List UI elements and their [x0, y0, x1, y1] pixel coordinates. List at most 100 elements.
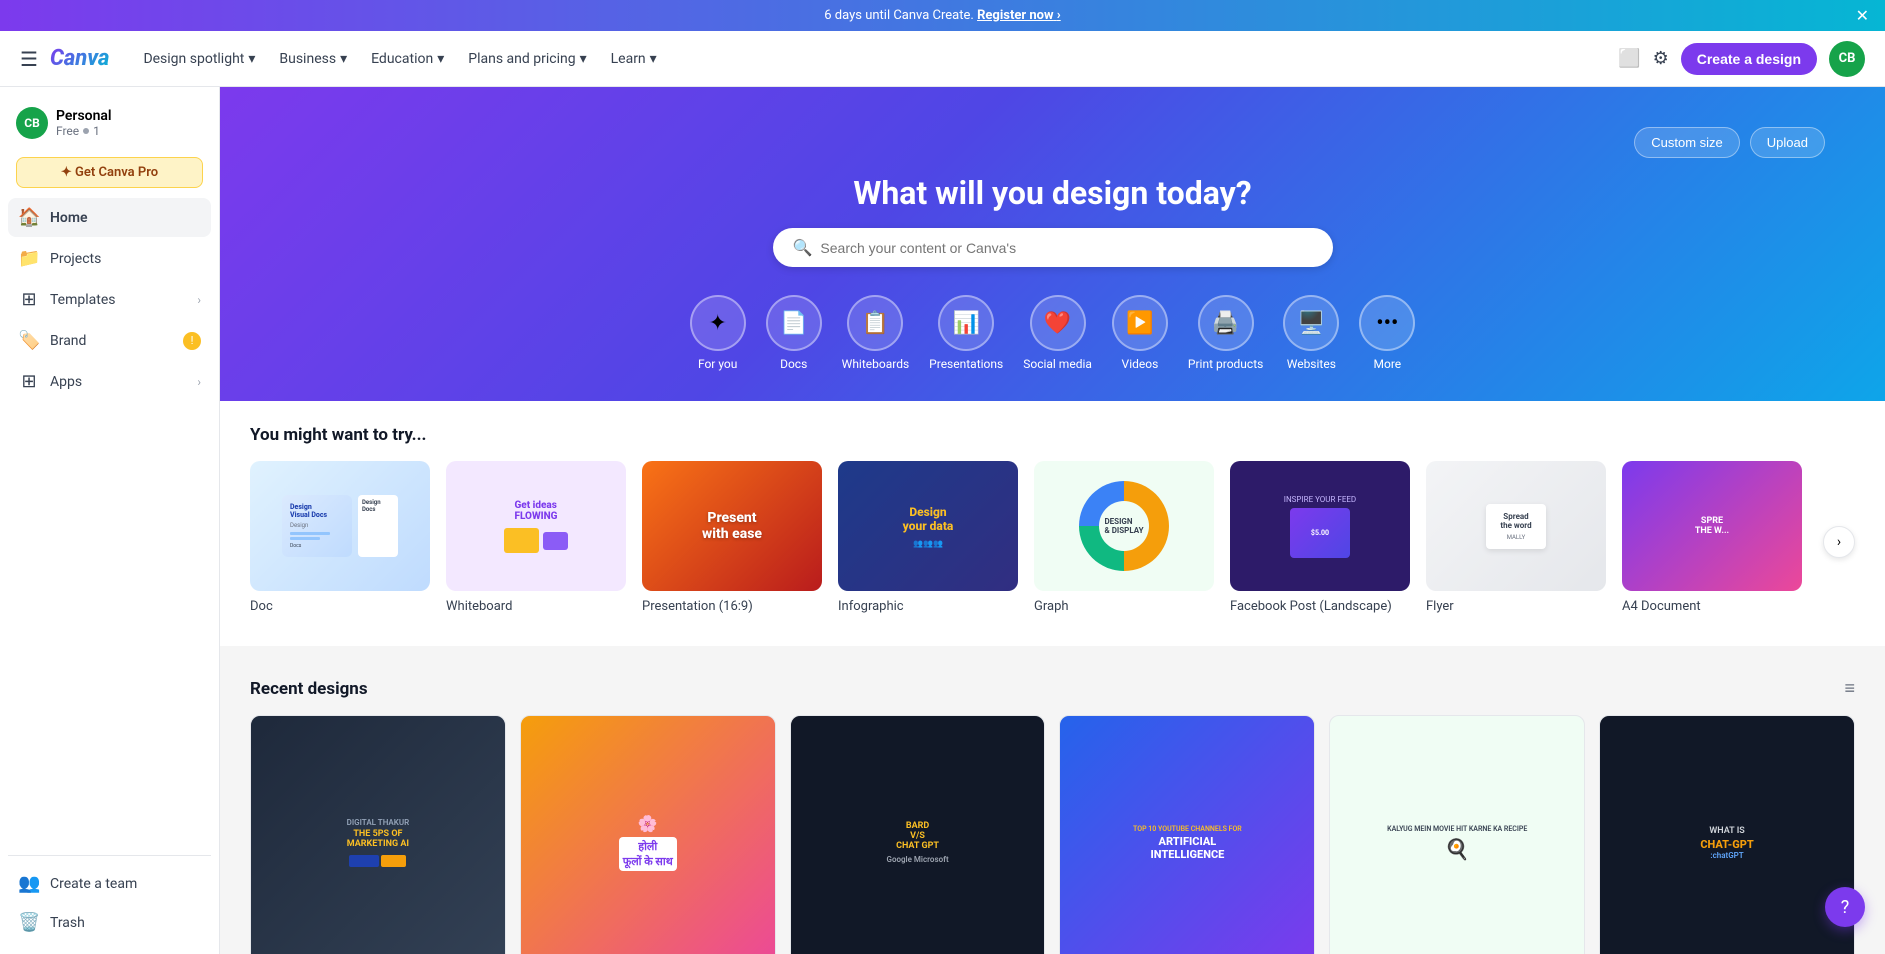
template-card-graph[interactable]: DESIGN& DISPLAY Graph [1034, 461, 1214, 614]
template-card-doc[interactable]: DesignVisual Docs Design Docs DesignDocs [250, 461, 430, 614]
settings-icon[interactable]: ⚙ [1653, 48, 1669, 69]
template-card-a4[interactable]: SPRETHE W... A4 Document [1622, 461, 1802, 614]
category-label: For you [698, 357, 737, 371]
sidebar-item-label: Brand [50, 333, 86, 349]
recent-card-4[interactable]: TOP 10 YOUTUBE CHANNELS FOR ARTIFICIALIN… [1059, 715, 1315, 954]
whiteboard-thumbnail: Get ideasFLOWING [446, 461, 626, 591]
search-bar: 🔍 [773, 228, 1333, 267]
recent-card-6[interactable]: WHAT IS CHAT-GPT :chatGPT [1599, 715, 1855, 954]
template-card-facebook[interactable]: INSPIRE YOUR FEED $5.00 Facebook Post (L… [1230, 461, 1410, 614]
scroll-right-arrow[interactable]: › [1823, 526, 1855, 558]
card-label: Facebook Post (Landscape) [1230, 599, 1410, 614]
category-label: Print products [1188, 357, 1263, 371]
presentations-icon: 📊 [938, 295, 994, 351]
category-videos[interactable]: ▶️ Videos [1112, 295, 1168, 371]
custom-size-button[interactable]: Custom size [1634, 127, 1740, 158]
main-nav: Design spotlight ▾ Business ▾ Education … [133, 45, 1618, 73]
category-docs[interactable]: 📄 Docs [766, 295, 822, 371]
recent-grid: DIGITAL THAKUR THE 5PS OFMARKETING AI 🌸 … [250, 715, 1855, 954]
category-social-media[interactable]: ❤️ Social media [1023, 295, 1092, 371]
category-label: Social media [1023, 357, 1092, 371]
category-for-you[interactable]: ✦ For you [690, 295, 746, 371]
flyer-thumbnail: Spreadthe word MALLY [1426, 461, 1606, 591]
user-plan: Free 1 [56, 124, 112, 138]
sidebar-bottom: 👥 Create a team 🗑️ Trash [8, 855, 211, 942]
print-icon: 🖨️ [1198, 295, 1254, 351]
sidebar: CB Personal Free 1 ✦ Get Canva Pro 🏠 Hom… [0, 87, 220, 954]
menu-toggle-button[interactable]: ☰ [20, 47, 38, 71]
sidebar-item-templates[interactable]: ⊞ Templates › [8, 280, 211, 319]
help-button[interactable]: ? [1825, 887, 1865, 927]
sidebar-item-label: Create a team [50, 876, 137, 892]
category-label: Websites [1287, 357, 1336, 371]
dot-separator [83, 128, 89, 134]
sidebar-item-home[interactable]: 🏠 Home [8, 198, 211, 237]
category-websites[interactable]: 🖥️ Websites [1283, 295, 1339, 371]
nav-plans[interactable]: Plans and pricing ▾ [458, 45, 596, 73]
sidebar-item-trash[interactable]: 🗑️ Trash [8, 903, 211, 942]
nav-learn[interactable]: Learn ▾ [601, 45, 667, 73]
recent-card-2[interactable]: 🌸 होलीफूलों के साथ [520, 715, 776, 954]
card-label: Flyer [1426, 599, 1606, 614]
search-input[interactable] [820, 240, 1312, 256]
canva-logo[interactable]: Canva [50, 46, 110, 71]
sidebar-item-apps[interactable]: ⊞ Apps › [8, 362, 211, 401]
upload-button[interactable]: Upload [1750, 127, 1825, 158]
sidebar-item-projects[interactable]: 📁 Projects [8, 239, 211, 278]
category-whiteboards[interactable]: 📋 Whiteboards [842, 295, 910, 371]
nav-business[interactable]: Business ▾ [269, 45, 357, 73]
card-label: A4 Document [1622, 599, 1802, 614]
doc-thumbnail: DesignVisual Docs Design Docs DesignDocs [250, 461, 430, 591]
display-icon[interactable]: ⬜ [1618, 48, 1640, 69]
get-pro-button[interactable]: ✦ Get Canva Pro [16, 157, 203, 188]
chevron-down-icon: ▾ [248, 51, 255, 67]
category-print-products[interactable]: 🖨️ Print products [1188, 295, 1263, 371]
sidebar-item-label: Projects [50, 251, 101, 267]
templates-icon: ⊞ [18, 289, 40, 310]
facebook-thumbnail: INSPIRE YOUR FEED $5.00 [1230, 461, 1410, 591]
user-section: CB Personal Free 1 [8, 99, 211, 147]
user-avatar-button[interactable]: CB [1829, 41, 1865, 77]
sidebar-item-brand[interactable]: 🏷️ Brand ! [8, 321, 211, 360]
category-more[interactable]: ••• More [1359, 295, 1415, 371]
recent-card-3[interactable]: BARDV/SCHAT GPT Google Microsoft [790, 715, 1046, 954]
chevron-right-icon: › [197, 375, 201, 389]
close-banner-button[interactable]: ✕ [1856, 6, 1869, 26]
recent-card-1[interactable]: DIGITAL THAKUR THE 5PS OFMARKETING AI [250, 715, 506, 954]
template-card-whiteboard[interactable]: Get ideasFLOWING Whiteboard [446, 461, 626, 614]
sidebar-item-label: Trash [50, 915, 85, 931]
header-right: ⬜ ⚙ Create a design CB [1618, 41, 1865, 77]
more-icon: ••• [1359, 295, 1415, 351]
category-label: More [1374, 357, 1402, 371]
recent-section: Recent designs ≡ DIGITAL THAKUR THE 5PS … [220, 654, 1885, 954]
nav-education[interactable]: Education ▾ [361, 45, 454, 73]
videos-icon: ▶️ [1112, 295, 1168, 351]
category-label: Videos [1122, 357, 1159, 371]
list-view-icon[interactable]: ≡ [1844, 678, 1855, 699]
category-label: Whiteboards [842, 357, 910, 371]
websites-icon: 🖥️ [1283, 295, 1339, 351]
template-card-flyer[interactable]: Spreadthe word MALLY Flyer [1426, 461, 1606, 614]
try-cards-row: DesignVisual Docs Design Docs DesignDocs [250, 461, 1855, 622]
template-card-infographic[interactable]: Designyour data 👥👥👥 Infographic [838, 461, 1018, 614]
category-label: Presentations [929, 357, 1003, 371]
sidebar-item-create-team[interactable]: 👥 Create a team [8, 864, 211, 903]
register-link[interactable]: Register now › [977, 8, 1061, 23]
apps-icon: ⊞ [18, 371, 40, 392]
header: ☰ Canva Design spotlight ▾ Business ▾ Ed… [0, 31, 1885, 87]
chevron-down-icon: ▾ [437, 51, 444, 67]
search-icon: 🔍 [793, 238, 813, 257]
create-design-button[interactable]: Create a design [1681, 43, 1817, 75]
category-presentations[interactable]: 📊 Presentations [929, 295, 1003, 371]
recent-card-5[interactable]: KALYUG MEIN MOVIE HIT KARNE KA RECIPE 🍳 [1329, 715, 1585, 954]
banner-text: 6 days until Canva Create. [824, 8, 977, 23]
sidebar-item-label: Templates [50, 292, 116, 308]
chevron-down-icon: ▾ [580, 51, 587, 67]
card-label: Doc [250, 599, 430, 614]
template-card-presentation[interactable]: Presentwith ease Presentation (16:9) [642, 461, 822, 614]
projects-icon: 📁 [18, 248, 40, 269]
nav-design-spotlight[interactable]: Design spotlight ▾ [133, 45, 265, 73]
infographic-thumbnail: Designyour data 👥👥👥 [838, 461, 1018, 591]
chevron-right-icon: › [197, 293, 201, 307]
category-icons: ✦ For you 📄 Docs 📋 Whiteboards 📊 Present… [280, 295, 1825, 371]
